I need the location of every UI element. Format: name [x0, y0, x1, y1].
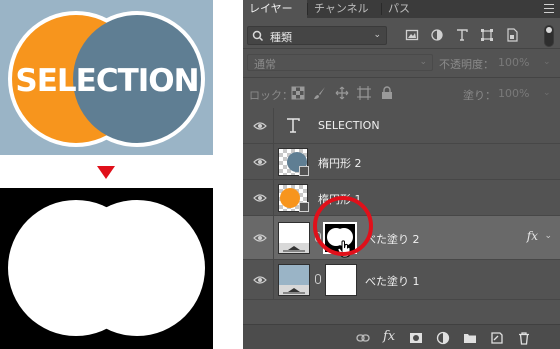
- divider: [273, 216, 274, 260]
- fill-label: 塗り：: [463, 89, 496, 102]
- layers-panel: レイヤー チャンネル パス 種類 ⌄ 通常 ⌄ 不透明度： 100% ⌄ ロック…: [243, 0, 560, 349]
- tab-paths[interactable]: パス: [382, 0, 416, 18]
- lock-transparent-icon[interactable]: [291, 86, 305, 100]
- fill-adjustment-icon: [279, 285, 309, 295]
- chevron-down-icon[interactable]: ⌄: [544, 231, 552, 241]
- chevron-down-icon[interactable]: ⌄: [543, 57, 551, 67]
- smart-object-filter-icon[interactable]: [505, 28, 519, 42]
- panel-menu-icon[interactable]: [544, 4, 554, 13]
- divider: [273, 260, 274, 300]
- divider: [273, 144, 274, 180]
- layer-name: 楕円形 2: [318, 157, 362, 170]
- eye-icon[interactable]: [253, 157, 267, 167]
- divider: [243, 77, 560, 78]
- delete-layer-trash-icon[interactable]: [517, 331, 531, 345]
- eye-icon[interactable]: [253, 233, 267, 243]
- link-layers-icon[interactable]: [356, 331, 370, 345]
- divider: [273, 108, 274, 144]
- lock-pixels-brush-icon[interactable]: [313, 86, 327, 100]
- layer-mask-thumbnail[interactable]: [325, 264, 357, 296]
- layer-row[interactable]: SELECTION: [243, 108, 560, 144]
- chevron-down-icon: ⌄: [373, 30, 381, 40]
- layer-effects-badge[interactable]: fx: [527, 229, 538, 243]
- divider: [243, 48, 560, 49]
- layer-row-selected[interactable]: べた塗り 2 fx ⌄: [243, 216, 560, 260]
- add-layer-style-fx-icon[interactable]: fx: [383, 329, 397, 344]
- down-arrow-icon: [97, 166, 115, 179]
- lock-position-move-icon[interactable]: [335, 86, 349, 100]
- eye-icon[interactable]: [253, 275, 267, 285]
- layer-list: SELECTION 楕円形 2 楕円形 1 べた塗り 2 fx ⌄ べた塗り 1: [243, 108, 560, 324]
- eye-icon[interactable]: [253, 121, 267, 131]
- new-adjustment-layer-icon[interactable]: [436, 331, 450, 345]
- shape-layer-badge-icon: [299, 202, 309, 212]
- fill-layer-thumbnail[interactable]: [278, 264, 310, 296]
- adjustment-filter-icon[interactable]: [430, 28, 444, 42]
- layer-name: SELECTION: [318, 119, 380, 132]
- filter-kind-select[interactable]: 種類 ⌄: [247, 26, 387, 45]
- mask-shape: [8, 200, 205, 336]
- layer-name: べた塗り 2: [365, 233, 420, 246]
- new-group-folder-icon[interactable]: [463, 331, 477, 345]
- fill-input[interactable]: 100%: [498, 87, 529, 100]
- lock-label: ロック：: [249, 89, 293, 102]
- blend-mode-select[interactable]: 通常 ⌄: [247, 54, 433, 71]
- tab-channels[interactable]: チャンネル: [308, 0, 375, 18]
- chevron-down-icon[interactable]: ⌄: [543, 88, 551, 98]
- add-mask-icon[interactable]: [409, 331, 423, 345]
- opacity-input[interactable]: 100%: [498, 56, 529, 69]
- eye-icon[interactable]: [253, 193, 267, 203]
- lock-artboard-icon[interactable]: [357, 86, 371, 100]
- highlight-circle-annotation: [313, 196, 373, 256]
- layer-name: べた塗り 1: [365, 275, 420, 288]
- text-layer-icon: [287, 118, 300, 133]
- new-layer-icon[interactable]: [490, 331, 504, 345]
- opacity-label: 不透明度：: [439, 58, 494, 71]
- layer-row[interactable]: 楕円形 1: [243, 180, 560, 216]
- link-chain-icon[interactable]: [315, 274, 321, 284]
- layers-bottom-toolbar: fx: [243, 324, 560, 349]
- fill-layer-thumbnail[interactable]: [278, 222, 310, 254]
- shape-filter-icon[interactable]: [480, 28, 494, 42]
- layer-row[interactable]: べた塗り 1: [243, 260, 560, 300]
- fill-adjustment-icon: [279, 243, 309, 253]
- type-filter-icon[interactable]: [455, 28, 469, 42]
- chevron-down-icon: ⌄: [419, 57, 427, 67]
- filter-toggle[interactable]: [544, 25, 554, 47]
- logo-text: SELECTION: [15, 63, 198, 99]
- panel-tabbar: レイヤー チャンネル パス: [243, 0, 560, 18]
- search-icon: [252, 30, 264, 42]
- logo-artwork: SELECTION: [8, 11, 205, 147]
- lock-all-icon[interactable]: [381, 86, 393, 100]
- divider: [273, 180, 274, 216]
- artwork-selection-mask: [0, 188, 213, 349]
- filter-kind-label: 種類: [270, 31, 292, 44]
- blend-mode-value: 通常: [254, 58, 276, 71]
- tab-layers[interactable]: レイヤー: [243, 0, 307, 18]
- shape-layer-badge-icon: [299, 166, 309, 176]
- layer-row[interactable]: 楕円形 2: [243, 144, 560, 180]
- artwork-original: SELECTION: [0, 0, 213, 155]
- image-filter-icon[interactable]: [405, 28, 419, 42]
